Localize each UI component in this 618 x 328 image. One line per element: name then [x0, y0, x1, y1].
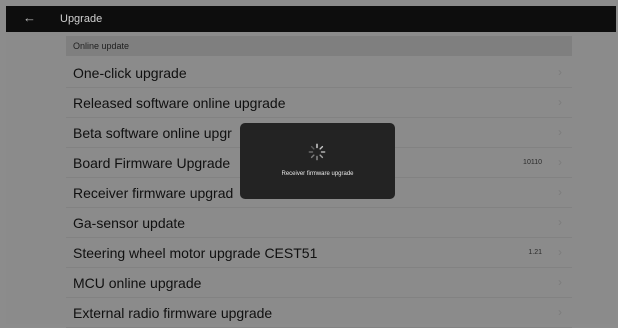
chevron-right-icon: › [558, 275, 562, 289]
chevron-right-icon: › [558, 95, 562, 109]
page-title: Upgrade [60, 13, 103, 25]
top-bar: ← Upgrade [6, 6, 616, 32]
list-item-ga-sensor-update[interactable]: Ga-sensor update › [66, 208, 572, 238]
list-item-label: Receiver firmware upgrad [73, 185, 234, 201]
list-item-mcu-online-upgrade[interactable]: MCU online upgrade › [66, 268, 572, 298]
list-item-released-software-online-upgrade[interactable]: Released software online upgrade › [66, 88, 572, 118]
section-label-online-update: Online update [73, 41, 130, 51]
loading-spinner-icon [308, 143, 326, 161]
dialog-message: Receiver firmware upgrade [281, 171, 354, 177]
list-item-label: Released software online upgrade [73, 95, 286, 111]
back-arrow-icon[interactable]: ← [23, 10, 36, 25]
list-item-value: 10110 [523, 159, 542, 166]
list-item-one-click-upgrade[interactable]: One-click upgrade › [66, 58, 572, 88]
chevron-right-icon: › [558, 305, 562, 319]
chevron-right-icon: › [558, 185, 562, 199]
list-item-label: One-click upgrade [73, 65, 187, 81]
loading-dialog: Receiver firmware upgrade [240, 123, 395, 199]
list-item-label: Board Firmware Upgrade [73, 155, 231, 171]
chevron-right-icon: › [558, 215, 562, 229]
list-item-label: Ga-sensor update [73, 215, 186, 231]
chevron-right-icon: › [558, 125, 562, 139]
chevron-right-icon: › [558, 155, 562, 169]
list-item-label: External radio firmware upgrade [73, 305, 273, 321]
chevron-right-icon: › [558, 245, 562, 259]
list-item-label: Beta software online upgr [73, 125, 232, 141]
list-item-steering-wheel-motor-upgrade[interactable]: Steering wheel motor upgrade CEST51 1.21… [66, 238, 572, 268]
list-item-label: Steering wheel motor upgrade CEST51 [73, 245, 318, 261]
list-item-label: MCU online upgrade [73, 275, 202, 291]
section-header: Online update [66, 36, 572, 56]
list-item-value: 1.21 [528, 249, 542, 256]
chevron-right-icon: › [558, 65, 562, 79]
